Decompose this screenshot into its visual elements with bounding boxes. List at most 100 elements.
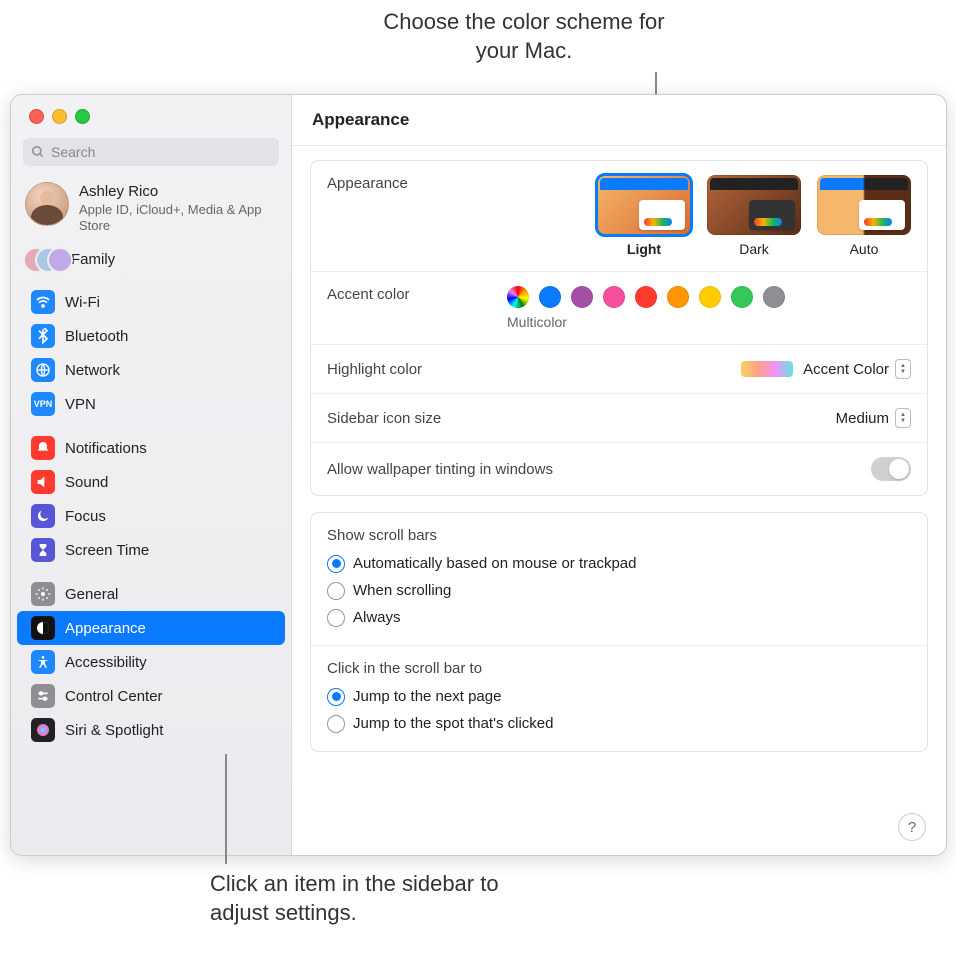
- sidebar-list: Wi-Fi Bluetooth Network VPN VPN Notifications…: [11, 285, 291, 747]
- accent-swatch[interactable]: [763, 286, 785, 308]
- sidebar-item-label: Network: [65, 362, 120, 379]
- minimize-button[interactable]: [52, 109, 67, 124]
- highlight-popup[interactable]: Accent Color ▲▼: [741, 359, 911, 379]
- search-placeholder: Search: [51, 144, 95, 160]
- appearance-option-light[interactable]: Light: [597, 175, 691, 257]
- accent-swatch[interactable]: [731, 286, 753, 308]
- radio-label: Automatically based on mouse or trackpad: [353, 550, 636, 577]
- click-scroll-group: Click in the scroll bar to Jump to the ne…: [311, 645, 927, 751]
- radio-label: Always: [353, 604, 401, 631]
- sidebar-item-general[interactable]: General: [17, 577, 285, 611]
- scroll-bars-group: Show scroll bars Automatically based on m…: [311, 513, 927, 645]
- radio-option[interactable]: When scrolling: [327, 577, 911, 604]
- moon-icon: [31, 504, 55, 528]
- appearance-label: Appearance: [327, 175, 507, 192]
- close-button[interactable]: [29, 109, 44, 124]
- sidebar-item-label: Control Center: [65, 688, 163, 705]
- sidebar-item-label: Sound: [65, 474, 108, 491]
- radio-option[interactable]: Jump to the next page: [327, 683, 911, 710]
- radio-group-title: Show scroll bars: [327, 527, 911, 544]
- highlight-gradient-icon: [741, 361, 793, 377]
- sidebar-icon-label: Sidebar icon size: [327, 410, 507, 427]
- accent-swatch[interactable]: [571, 286, 593, 308]
- sidebar-item-appearance[interactable]: Appearance: [17, 611, 285, 645]
- accent-swatch[interactable]: [699, 286, 721, 308]
- sidebar-item-bluetooth[interactable]: Bluetooth: [17, 319, 285, 353]
- popup-arrows-icon: ▲▼: [895, 359, 911, 379]
- user-name: Ashley Rico: [79, 182, 277, 202]
- appearance-thumb: [707, 175, 801, 235]
- apple-id-row[interactable]: Ashley Rico Apple ID, iCloud+, Media & A…: [11, 174, 291, 239]
- radio-label: Jump to the spot that's clicked: [353, 710, 553, 737]
- sidebar-item-label: Bluetooth: [65, 328, 128, 345]
- accessibility-icon: [31, 650, 55, 674]
- sidebar-item-label: VPN: [65, 396, 96, 413]
- appearance-option-dark[interactable]: Dark: [707, 175, 801, 257]
- sidebar-item-accessibility[interactable]: Accessibility: [17, 645, 285, 679]
- system-settings-window: Search Ashley Rico Apple ID, iCloud+, Me…: [10, 94, 947, 856]
- hourglass-icon: [31, 538, 55, 562]
- vpn-icon: VPN: [31, 392, 55, 416]
- family-icon: [23, 247, 65, 271]
- radio-option[interactable]: Jump to the spot that's clicked: [327, 710, 911, 737]
- sidebar-icon-popup[interactable]: Medium ▲▼: [836, 408, 911, 428]
- highlight-label: Highlight color: [327, 361, 507, 378]
- sidebar-item-notifications[interactable]: Notifications: [17, 431, 285, 465]
- appearance-option-auto[interactable]: Auto: [817, 175, 911, 257]
- wifi-icon: [31, 290, 55, 314]
- highlight-value: Accent Color: [803, 361, 889, 378]
- gear-icon: [31, 582, 55, 606]
- accent-swatch[interactable]: [539, 286, 561, 308]
- appearance-icon: [31, 616, 55, 640]
- sidebar-item-label: Wi-Fi: [65, 294, 100, 311]
- sidebar-item-wi-fi[interactable]: Wi-Fi: [17, 285, 285, 319]
- fullscreen-button[interactable]: [75, 109, 90, 124]
- radio-label: Jump to the next page: [353, 683, 501, 710]
- accent-swatch[interactable]: [635, 286, 657, 308]
- radio-option[interactable]: Automatically based on mouse or trackpad: [327, 550, 911, 577]
- search-input[interactable]: Search: [23, 138, 279, 166]
- radio-button: [327, 582, 345, 600]
- wallpaper-tint-switch[interactable]: [871, 457, 911, 481]
- accent-swatch[interactable]: [667, 286, 689, 308]
- accent-selected-label: Multicolor: [507, 314, 911, 330]
- appearance-thumb: [597, 175, 691, 235]
- sidebar-item-network[interactable]: Network: [17, 353, 285, 387]
- sidebar-item-label: Accessibility: [65, 654, 147, 671]
- user-subtitle: Apple ID, iCloud+, Media & App Store: [79, 202, 277, 236]
- page-title: Appearance: [292, 95, 946, 146]
- network-icon: [31, 358, 55, 382]
- avatar: [25, 182, 69, 226]
- sidebar-item-label: Focus: [65, 508, 106, 525]
- family-label: Family: [71, 251, 115, 268]
- radio-option[interactable]: Always: [327, 604, 911, 631]
- window-controls: [11, 95, 291, 134]
- sidebar-item-label: General: [65, 586, 118, 603]
- callout-leader: [225, 754, 227, 864]
- sidebar-item-sound[interactable]: Sound: [17, 465, 285, 499]
- bluetooth-icon: [31, 324, 55, 348]
- family-row[interactable]: Family: [11, 239, 291, 279]
- appearance-option-label: Light: [597, 241, 691, 257]
- accent-swatch[interactable]: [507, 286, 529, 308]
- accent-label: Accent color: [327, 286, 507, 303]
- sidebar-item-screen-time[interactable]: Screen Time: [17, 533, 285, 567]
- popup-arrows-icon: ▲▼: [895, 408, 911, 428]
- siri-icon: [31, 718, 55, 742]
- sound-icon: [31, 470, 55, 494]
- appearance-panel: Appearance Light DarkAuto Accent color Mu…: [310, 160, 928, 496]
- sidebar-item-control-center[interactable]: Control Center: [17, 679, 285, 713]
- bell-icon: [31, 436, 55, 460]
- callout-top: Choose the color scheme for your Mac.: [364, 8, 684, 65]
- appearance-thumb: [817, 175, 911, 235]
- help-button[interactable]: ?: [898, 813, 926, 841]
- radio-group-title: Click in the scroll bar to: [327, 660, 911, 677]
- sidebar-item-focus[interactable]: Focus: [17, 499, 285, 533]
- sidebar-item-label: Appearance: [65, 620, 146, 637]
- radio-button: [327, 555, 345, 573]
- sidebar-item-siri-spotlight[interactable]: Siri & Spotlight: [17, 713, 285, 747]
- radio-button: [327, 688, 345, 706]
- accent-swatch[interactable]: [603, 286, 625, 308]
- sidebar: Search Ashley Rico Apple ID, iCloud+, Me…: [11, 95, 292, 855]
- sidebar-item-vpn[interactable]: VPN VPN: [17, 387, 285, 421]
